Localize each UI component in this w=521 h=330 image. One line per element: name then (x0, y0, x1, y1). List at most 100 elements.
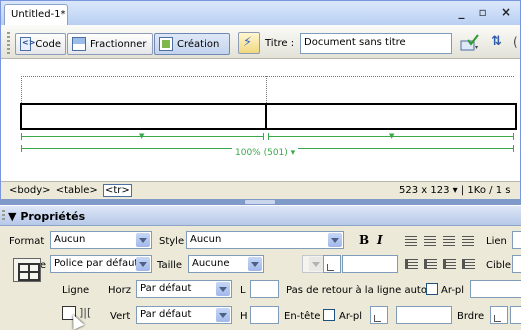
vert-label: Vert (110, 311, 131, 322)
column-menu-arrow[interactable]: ▼ (389, 133, 394, 140)
code-view-icon (20, 37, 36, 51)
document-toolbar: Code Fractionner Création Titre : Docume… (1, 25, 520, 59)
border-color-input[interactable] (510, 306, 521, 324)
download-size: 1Ko / 1 s (467, 185, 511, 196)
style-select[interactable]: Aucun (186, 231, 344, 249)
split-view-icon (72, 37, 86, 51)
indent-icon[interactable] (462, 259, 475, 269)
table-left-dotted (21, 76, 22, 103)
chevron-down-icon[interactable] (216, 308, 230, 322)
target-label: Cible (486, 260, 512, 271)
tag-tr[interactable]: <tr> (102, 184, 132, 197)
split-view-label: Fractionner (90, 38, 147, 50)
table-width-menu-icon: ▾ (290, 148, 296, 158)
row-label: Ligne (62, 285, 90, 296)
table-width-label[interactable]: 100% (501) ▾ (232, 148, 299, 158)
format-select[interactable]: Aucun (50, 231, 152, 249)
italic-button[interactable]: I (377, 233, 383, 247)
ordered-list-icon[interactable] (424, 259, 437, 269)
bg-color-label: Ar-pl (339, 311, 363, 322)
tag-table[interactable]: <table> (56, 185, 98, 196)
table-row-icon (13, 258, 41, 282)
unordered-list-icon[interactable] (405, 259, 418, 269)
height-label: H (240, 311, 248, 322)
link-input[interactable] (512, 231, 521, 249)
design-view-icon (159, 37, 173, 51)
font-select[interactable]: Police par défaut (50, 255, 152, 273)
style-label: Style (159, 236, 185, 247)
align-right-icon[interactable] (443, 236, 455, 246)
panel-grip[interactable] (2, 210, 5, 222)
code-view-button[interactable]: Code (15, 33, 66, 55)
code-view-label: Code (35, 38, 61, 50)
window-size[interactable]: 523 x 123 (399, 185, 449, 196)
title-label: Titre : (265, 38, 295, 49)
column-menu-arrow[interactable]: ▼ (139, 133, 144, 140)
file-management-icon[interactable]: ⇅ (491, 34, 502, 49)
size-label: Taille (157, 260, 183, 271)
live-view-icon[interactable] (238, 32, 260, 54)
chevron-down-icon[interactable] (136, 257, 150, 271)
split-view-button[interactable]: Fractionner (67, 33, 153, 55)
header-label: En-tête (284, 311, 321, 322)
document-tab-bar: Untitled-1* _ ▫ × (1, 1, 520, 25)
format-value: Aucun (54, 234, 86, 245)
chevron-down-icon[interactable] (328, 233, 342, 247)
size-value: Aucune (192, 258, 230, 269)
align-center-icon[interactable] (424, 236, 436, 246)
bg-color-input[interactable] (396, 306, 452, 324)
height-input[interactable] (250, 306, 279, 324)
table-cell-selected[interactable] (265, 103, 517, 130)
properties-header[interactable]: ▼ Propriétés (0, 205, 521, 226)
border-color-swatch[interactable] (490, 306, 508, 324)
chevron-down-icon[interactable] (136, 233, 150, 247)
align-justify-icon[interactable] (462, 236, 474, 246)
collapse-arrow-icon[interactable]: ▼ (8, 210, 16, 223)
table-cell-selected[interactable] (20, 103, 267, 130)
chevron-down-icon (309, 257, 323, 271)
vert-align-select[interactable]: Par défaut (136, 306, 232, 324)
horz-align-select[interactable]: Par défaut (136, 280, 232, 298)
width-input[interactable] (250, 280, 279, 298)
outdent-icon[interactable] (443, 259, 456, 269)
align-left-icon[interactable] (405, 236, 417, 246)
table-width-value: 100% (501) (235, 148, 288, 158)
table-top-border (21, 76, 514, 77)
chevron-down-icon[interactable] (216, 282, 230, 296)
table-column-divider (266, 76, 267, 103)
window-size-dropdown-icon[interactable]: ▾ (453, 185, 458, 196)
document-title-input[interactable]: Document sans titre (300, 33, 452, 54)
width-label: L (240, 285, 246, 296)
properties-title: ▼ Propriétés (8, 210, 85, 223)
window-controls[interactable]: _ ▫ × (458, 5, 516, 19)
chevron-down-icon[interactable] (248, 257, 262, 271)
document-tab[interactable]: Untitled-1* (4, 4, 68, 25)
size-select[interactable]: Aucune (188, 255, 264, 273)
text-color-swatch[interactable] (323, 255, 341, 273)
header-checkbox[interactable] (323, 309, 335, 321)
browser-check-icon[interactable] (460, 34, 480, 52)
bold-button[interactable]: B (359, 233, 369, 247)
format-label: Format (9, 236, 45, 247)
tag-body[interactable]: <body> (9, 185, 51, 196)
design-view-button[interactable]: Création (154, 33, 230, 55)
tag-selector: <body> <table> <tr> (9, 184, 134, 197)
design-view-label: Création (177, 38, 220, 50)
toolbar-more-icon[interactable]: ( (513, 35, 518, 49)
design-canvas[interactable]: ▼ ▼ (1, 59, 520, 181)
width-ruler-tick (263, 133, 264, 140)
nowrap-checkbox[interactable] (426, 283, 438, 295)
document-tab-label: Untitled-1* (11, 9, 66, 20)
bg-image-label: Ar-pl (441, 285, 465, 296)
size-unit-select (302, 255, 325, 273)
target-input[interactable] (512, 255, 521, 273)
horz-label: Horz (108, 285, 131, 296)
splitter-grip[interactable] (245, 200, 275, 204)
toolbar-grip[interactable] (7, 32, 10, 54)
text-color-input[interactable] (342, 255, 398, 273)
style-value: Aucun (190, 234, 222, 245)
bg-color-swatch[interactable] (370, 306, 388, 324)
bg-image-input[interactable] (470, 280, 521, 298)
status-info: 523 x 123 ▾ | 1Ko / 1 s (399, 185, 510, 196)
properties-title-label: Propriétés (20, 210, 86, 223)
